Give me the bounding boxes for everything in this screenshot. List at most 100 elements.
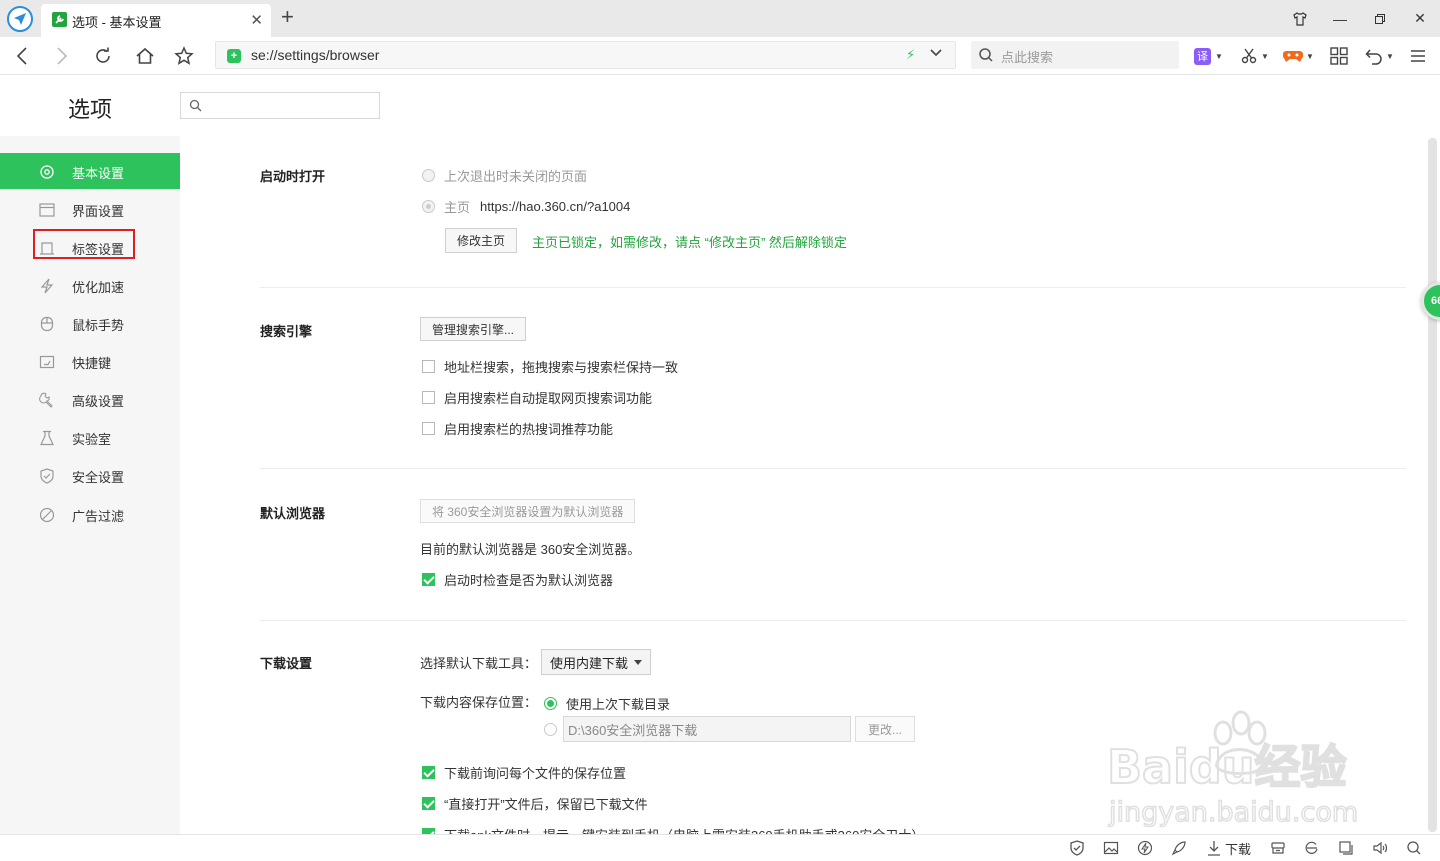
image-icon[interactable] bbox=[1103, 840, 1119, 856]
option-label: 地址栏搜索，拖拽搜索与搜索栏保持一致 bbox=[444, 360, 679, 375]
sidebar-item-mouse-gesture[interactable]: 鼠标手势 bbox=[0, 305, 180, 341]
navigation-bar: + se://settings/browser ⚡ 点此搜索 译 ▼ ▼ ▼ ▼ bbox=[0, 37, 1440, 75]
download-label: 下载 bbox=[1225, 841, 1252, 857]
speed-mode-icon[interactable]: ⚡ bbox=[906, 47, 915, 63]
download-tool-select[interactable]: 使用内建下载 bbox=[541, 649, 652, 675]
option-label: 启用搜索栏自动提取网页搜索词功能 bbox=[444, 391, 653, 406]
checkbox[interactable] bbox=[422, 391, 435, 404]
sidebar-item-label: 安全设置 bbox=[72, 470, 125, 485]
tab-close-icon[interactable]: ✕ bbox=[250, 11, 263, 29]
apps-grid-icon[interactable] bbox=[1330, 45, 1348, 67]
download-option-1[interactable]: “直接打开”文件后，保留已下载文件 bbox=[422, 794, 648, 813]
option-label: 使用上次下载目录 bbox=[566, 697, 671, 712]
new-tab-button[interactable]: + bbox=[281, 5, 294, 29]
sidebar-item-interface[interactable]: 界面设置 bbox=[0, 191, 180, 227]
startup-option-homepage: 主页 https://hao.360.cn/?a1004 bbox=[422, 197, 630, 216]
search-option-2[interactable]: 启用搜索栏的热搜词推荐功能 bbox=[422, 419, 613, 438]
download-path-input[interactable]: D:\360安全浏览器下载 bbox=[563, 716, 851, 742]
sidebar-item-advanced[interactable]: 高级设置 bbox=[0, 381, 180, 417]
option-label: 上次退出时未关闭的页面 bbox=[444, 169, 588, 184]
set-default-browser-button[interactable]: 将 360安全浏览器设置为默认浏览器 bbox=[420, 499, 636, 523]
checkbox[interactable] bbox=[422, 766, 435, 779]
radio-last-session bbox=[422, 169, 435, 182]
active-tab[interactable]: 选项 - 基本设置 ✕ bbox=[41, 4, 271, 37]
shirt-icon[interactable] bbox=[1280, 0, 1320, 37]
tab-title: 选项 - 基本设置 bbox=[72, 15, 162, 30]
game-controller-button[interactable]: ▼ bbox=[1283, 45, 1314, 67]
section-label-download: 下载设置 bbox=[260, 656, 313, 671]
speedup-icon[interactable] bbox=[1137, 840, 1153, 856]
download-button[interactable]: 下载 bbox=[1207, 840, 1255, 857]
secure-shield-icon[interactable]: + bbox=[227, 49, 241, 63]
scrollbar-thumb[interactable] bbox=[1428, 138, 1437, 832]
baidu-watermark-logo: Baidu经验 jingyan.baidu.com bbox=[1105, 705, 1365, 830]
use-last-directory-option[interactable]: 使用上次下载目录 bbox=[544, 694, 670, 713]
screenshot-scissors-button[interactable]: ▼ bbox=[1240, 45, 1269, 67]
rocket-icon[interactable] bbox=[1171, 840, 1187, 856]
security-shield-icon[interactable] bbox=[1069, 840, 1085, 856]
home-icon[interactable] bbox=[134, 45, 156, 67]
checkbox[interactable] bbox=[422, 573, 435, 586]
restore-icon[interactable] bbox=[1360, 0, 1400, 37]
refresh-icon[interactable] bbox=[92, 45, 114, 67]
manage-search-engines-button[interactable]: 管理搜索引擎... bbox=[420, 317, 527, 341]
sidebar-item-label: 界面设置 bbox=[72, 204, 125, 219]
section-label-search-engine: 搜索引擎 bbox=[260, 324, 313, 339]
undo-button[interactable]: ▼ bbox=[1365, 45, 1394, 67]
settings-search-input[interactable] bbox=[180, 92, 380, 119]
option-label: 下载前询问每个文件的保存位置 bbox=[444, 766, 627, 781]
select-value: 使用内建下载 bbox=[550, 655, 629, 671]
download-option-2[interactable]: 下载apk文件时，提示一键安装到手机（电脑上需安装360手机助手或360安全卫士… bbox=[422, 825, 924, 834]
address-bar[interactable]: + se://settings/browser ⚡ bbox=[215, 41, 956, 69]
search-option-0[interactable]: 地址栏搜索，拖拽搜索与搜索栏保持一致 bbox=[422, 357, 678, 376]
close-icon[interactable]: ✕ bbox=[1400, 0, 1440, 37]
search-icon bbox=[978, 47, 994, 66]
forward-icon[interactable] bbox=[51, 45, 73, 67]
modify-homepage-button[interactable]: 修改主页 bbox=[445, 228, 518, 253]
page-title: 选项 bbox=[68, 97, 113, 122]
minimize-icon[interactable]: — bbox=[1320, 0, 1360, 37]
cookie-cleaner-icon[interactable] bbox=[1270, 840, 1286, 856]
sidebar-item-lab[interactable]: 实验室 bbox=[0, 419, 180, 455]
watermark-brand: Baidu经验 bbox=[1107, 740, 1347, 794]
back-icon[interactable] bbox=[11, 45, 33, 67]
section-divider bbox=[260, 468, 1406, 469]
ie-mode-icon[interactable] bbox=[1304, 840, 1320, 856]
sidebar-item-basic[interactable]: 基本设置 bbox=[0, 153, 180, 189]
content-scrollbar[interactable] bbox=[1426, 136, 1440, 834]
download-location-label: 下载内容保存位置： bbox=[420, 695, 538, 710]
radio-custom-path[interactable] bbox=[544, 723, 557, 736]
sidebar-item-shortcuts[interactable]: 快捷键 bbox=[0, 343, 180, 379]
sidebar-item-optimize[interactable]: 优化加速 bbox=[0, 267, 180, 303]
search-box[interactable]: 点此搜索 bbox=[971, 41, 1179, 69]
check-default-on-startup[interactable]: 启动时检查是否为默认浏览器 bbox=[422, 570, 613, 589]
option-label: 下载apk文件时，提示一键安装到手机（电脑上需安装360手机助手或360安全卫士… bbox=[444, 825, 924, 834]
sidebar-item-label: 实验室 bbox=[72, 432, 112, 447]
radio-use-last[interactable] bbox=[544, 697, 557, 710]
favorite-star-icon[interactable] bbox=[173, 45, 195, 67]
sidebar-item-security[interactable]: 安全设置 bbox=[0, 457, 180, 493]
sidebar-item-label: 高级设置 bbox=[72, 394, 125, 409]
window-split-icon[interactable] bbox=[1338, 840, 1354, 856]
change-path-button[interactable]: 更改... bbox=[855, 716, 915, 742]
homepage-lock-note: 主页已锁定，如需修改，请点 “修改主页” 然后解除锁定 bbox=[532, 235, 847, 250]
menu-hamburger-icon[interactable] bbox=[1410, 45, 1426, 67]
translate-button[interactable]: 译 ▼ bbox=[1194, 45, 1223, 67]
checkbox[interactable] bbox=[422, 422, 435, 435]
browser-logo-icon[interactable] bbox=[7, 6, 33, 32]
volume-icon[interactable] bbox=[1372, 840, 1388, 856]
search-option-1[interactable]: 启用搜索栏自动提取网页搜索词功能 bbox=[422, 388, 652, 407]
sidebar-item-label: 快捷键 bbox=[72, 356, 112, 371]
sidebar-item-adblock[interactable]: 广告过滤 bbox=[0, 496, 180, 532]
zoom-search-icon[interactable] bbox=[1406, 840, 1422, 856]
section-label-default-browser: 默认浏览器 bbox=[260, 506, 326, 521]
checkbox[interactable] bbox=[422, 797, 435, 810]
sidebar-item-label: 基本设置 bbox=[72, 166, 125, 181]
status-bar: 下载 bbox=[0, 834, 1440, 861]
checkbox[interactable] bbox=[422, 360, 435, 373]
chevron-down-icon[interactable] bbox=[929, 46, 943, 63]
download-tool-label: 选择默认下载工具： bbox=[420, 656, 538, 671]
download-option-0[interactable]: 下载前询问每个文件的保存位置 bbox=[422, 763, 626, 782]
option-label: 主页 bbox=[444, 200, 471, 215]
sidebar-item-label: 广告过滤 bbox=[72, 509, 125, 524]
